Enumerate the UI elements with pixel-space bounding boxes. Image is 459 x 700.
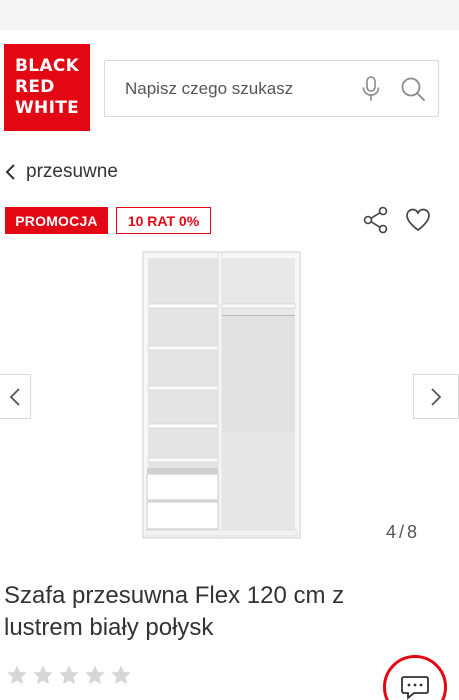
- gallery-next-button[interactable]: [413, 374, 459, 419]
- star-icon: [85, 665, 105, 685]
- gallery-prev-button[interactable]: [0, 374, 31, 419]
- logo-line-3: WHITE: [15, 98, 80, 118]
- star-icon: [33, 665, 53, 685]
- product-image: [142, 250, 302, 540]
- microphone-icon[interactable]: [361, 76, 381, 102]
- rating-stars[interactable]: [6, 664, 132, 686]
- star-icon: [111, 665, 131, 685]
- share-icon[interactable]: [362, 205, 390, 235]
- chevron-left-icon: [9, 387, 20, 406]
- chat-icon: [401, 676, 429, 700]
- breadcrumb-label: przesuwne: [26, 161, 118, 182]
- logo-line-1: BLACK: [15, 56, 80, 76]
- search-placeholder: Napisz czego szukasz: [125, 79, 294, 98]
- chat-button[interactable]: [383, 655, 447, 700]
- search-icon[interactable]: [400, 76, 426, 102]
- logo-line-2: RED: [15, 77, 55, 97]
- installment-badge: 10 RAT 0%: [116, 207, 211, 234]
- promo-badge: PROMOCJA: [5, 207, 108, 234]
- gallery-total: 8: [407, 522, 418, 542]
- breadcrumb[interactable]: przesuwne: [4, 158, 118, 186]
- chevron-left-icon: [5, 164, 15, 180]
- search-input[interactable]: Napisz czego szukasz: [104, 60, 439, 117]
- gallery-current: 4: [386, 522, 397, 542]
- star-icon: [7, 665, 27, 685]
- status-bar: [0, 0, 459, 30]
- gallery-counter: 4/8: [386, 522, 417, 543]
- chevron-right-icon: [431, 387, 442, 406]
- star-icon: [59, 665, 79, 685]
- product-title: Szafa przesuwna Flex 120 cm z lustrem bi…: [4, 582, 345, 641]
- heart-icon[interactable]: [404, 206, 432, 234]
- brand-logo[interactable]: BLACK RED WHITE: [4, 44, 90, 131]
- gallery-separator: /: [399, 522, 405, 542]
